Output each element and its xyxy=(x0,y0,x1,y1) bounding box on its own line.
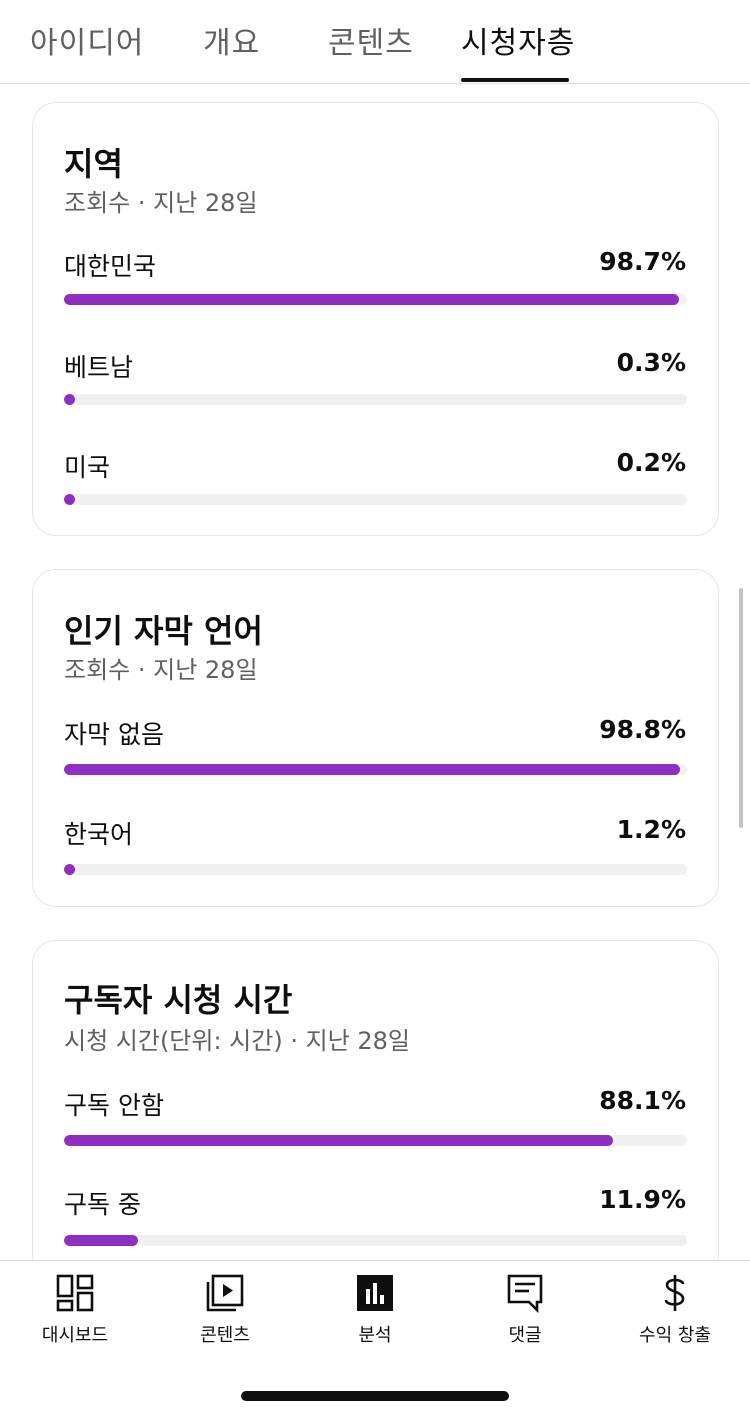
progress-track xyxy=(64,494,687,505)
progress-track xyxy=(64,764,687,775)
row-value: 88.1% xyxy=(599,1086,686,1115)
row-label: 자막 없음 xyxy=(64,720,164,749)
row-label: 한국어 xyxy=(64,820,134,849)
nav-content[interactable]: 콘텐츠 xyxy=(150,1273,300,1363)
nav-label: 분석 xyxy=(358,1325,392,1346)
analytics-content[interactable]: 지역 조회수 · 지난 28일 대한민국 98.7% 베트남 0.3% 미국 0… xyxy=(0,85,750,1260)
progress-fill xyxy=(64,864,75,875)
row-value: 98.7% xyxy=(599,247,686,276)
row-value: 98.8% xyxy=(599,715,686,744)
progress-track xyxy=(64,864,687,875)
row-label: 베트남 xyxy=(64,353,134,382)
tab-audience[interactable]: 시청자층 xyxy=(461,18,575,62)
analytics-icon xyxy=(300,1273,450,1313)
progress-track xyxy=(64,1235,687,1246)
card-subtitle: 조회수 · 지난 28일 xyxy=(64,189,258,217)
nav-label: 콘텐츠 xyxy=(200,1325,250,1346)
subscriber-watch-time-card: 구독자 시청 시간 시청 시간(단위: 시간) · 지난 28일 구독 안함 8… xyxy=(32,940,719,1260)
nav-earn[interactable]: 수익 창출 xyxy=(600,1273,750,1363)
row-value: 1.2% xyxy=(616,815,686,844)
home-indicator[interactable] xyxy=(241,1391,509,1401)
row-value: 11.9% xyxy=(599,1185,686,1214)
card-title: 구독자 시청 시간 xyxy=(64,981,293,1019)
tab-ideas[interactable]: 아이디어 xyxy=(30,18,144,62)
nav-dashboard[interactable]: 대시보드 xyxy=(0,1273,150,1363)
nav-label: 수익 창출 xyxy=(639,1325,711,1346)
row-value: 0.2% xyxy=(616,448,686,477)
progress-fill xyxy=(64,394,75,405)
row-label: 미국 xyxy=(64,453,111,482)
card-title: 인기 자막 언어 xyxy=(64,612,263,650)
row-value: 0.3% xyxy=(616,348,686,377)
progress-track xyxy=(64,394,687,405)
progress-fill xyxy=(64,764,680,775)
active-tab-indicator xyxy=(461,78,569,82)
nav-analytics[interactable]: 분석 xyxy=(300,1273,450,1363)
tab-content[interactable]: 콘텐츠 xyxy=(328,18,414,62)
nav-comments[interactable]: 댓글 xyxy=(450,1273,600,1363)
progress-fill xyxy=(64,294,679,305)
bottom-nav: 대시보드 콘텐츠 분석 댓글 수익 창출 xyxy=(0,1260,750,1418)
tab-overview[interactable]: 개요 xyxy=(203,18,260,62)
top-tab-bar: 아이디어 개요 콘텐츠 시청자층 xyxy=(0,0,750,84)
subtitle-language-card: 인기 자막 언어 조회수 · 지난 28일 자막 없음 98.8% 한국어 1.… xyxy=(32,569,719,907)
nav-label: 대시보드 xyxy=(41,1325,109,1346)
card-title: 지역 xyxy=(64,145,123,183)
row-label: 구독 중 xyxy=(64,1190,141,1219)
earn-icon xyxy=(600,1273,750,1313)
scrollbar[interactable] xyxy=(739,588,743,828)
progress-fill xyxy=(64,1235,139,1246)
progress-fill xyxy=(64,494,75,505)
progress-track xyxy=(64,1135,687,1146)
card-subtitle: 조회수 · 지난 28일 xyxy=(64,656,258,684)
comments-icon xyxy=(450,1273,600,1313)
progress-fill xyxy=(64,1135,613,1146)
card-subtitle: 시청 시간(단위: 시간) · 지난 28일 xyxy=(64,1027,411,1055)
row-label: 대한민국 xyxy=(64,252,157,281)
row-label: 구독 안함 xyxy=(64,1091,164,1120)
geography-card: 지역 조회수 · 지난 28일 대한민국 98.7% 베트남 0.3% 미국 0… xyxy=(32,102,719,536)
dashboard-icon xyxy=(0,1273,150,1313)
nav-label: 댓글 xyxy=(508,1325,542,1346)
progress-track xyxy=(64,294,687,305)
content-icon xyxy=(150,1273,300,1313)
